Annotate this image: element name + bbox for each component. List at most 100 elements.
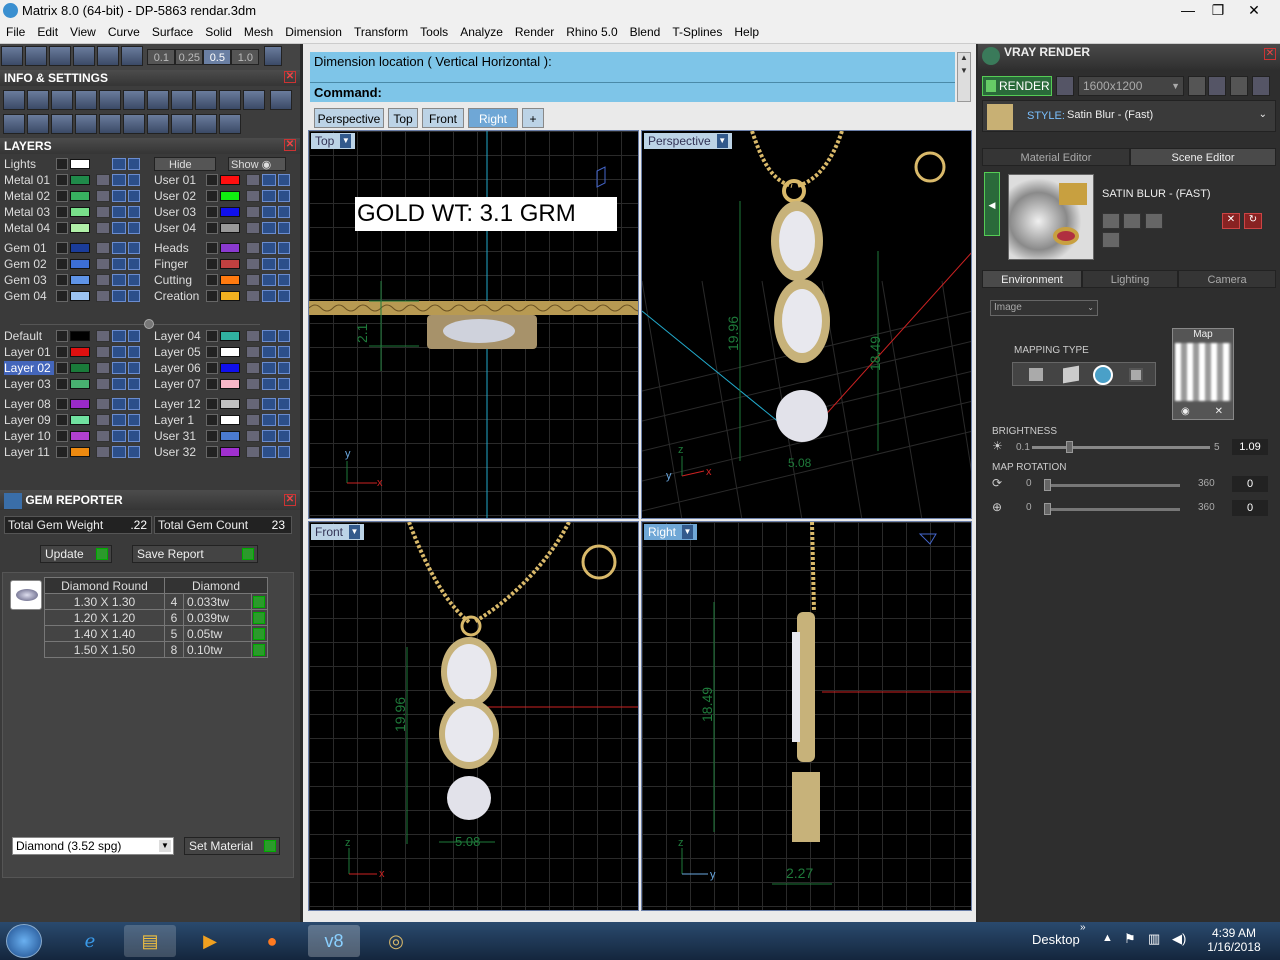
lock-icon[interactable]	[96, 242, 110, 254]
viewport-top[interactable]: 2.1 y x Top ▼ GOLD WT: 3.1 GRM	[308, 130, 639, 519]
planar-mapping-icon[interactable]	[1029, 368, 1043, 381]
visibility-icon[interactable]	[112, 158, 126, 170]
layer-row[interactable]: Layer 12	[154, 396, 294, 412]
collapse-arrow-icon[interactable]: ◀	[984, 172, 1000, 236]
layer-row[interactable]: Layer 02	[4, 360, 144, 376]
layer-row[interactable]: User 01	[154, 172, 294, 188]
clock[interactable]: 4:39 AM 1/16/2018	[1206, 926, 1262, 954]
material-select[interactable]: Diamond (3.52 spg) ▼	[12, 837, 174, 855]
layer-toggle-icon[interactable]	[128, 330, 140, 342]
color-swatch[interactable]	[70, 191, 90, 201]
expand-icon[interactable]	[56, 258, 68, 270]
map-preview[interactable]	[1175, 343, 1231, 401]
expand-icon[interactable]	[56, 274, 68, 286]
menu-help[interactable]: Help	[728, 22, 765, 39]
visibility-icon[interactable]	[262, 446, 276, 458]
tab-camera[interactable]: Camera	[1178, 270, 1276, 288]
layer-row[interactable]: User 02	[154, 188, 294, 204]
expand-icon[interactable]	[206, 174, 218, 186]
tab-perspective[interactable]: Perspective	[314, 108, 384, 128]
snap-grid-icon[interactable]	[73, 46, 95, 66]
layer-toggle-icon[interactable]	[278, 378, 290, 390]
menu-curve[interactable]: Curve	[102, 22, 146, 39]
layer-row[interactable]: Layer 06	[154, 360, 294, 376]
scroll-up-icon[interactable]: ▲	[958, 53, 970, 62]
matrix-app-icon[interactable]: v8	[308, 925, 360, 957]
layer-row[interactable]: User 03	[154, 204, 294, 220]
menu-analyze[interactable]: Analyze	[454, 22, 509, 39]
visibility-icon[interactable]	[112, 174, 126, 186]
visibility-icon[interactable]	[112, 346, 126, 358]
menu-transform[interactable]: Transform	[348, 22, 414, 39]
tab-material-editor[interactable]: Material Editor	[982, 148, 1130, 166]
gem-table-row[interactable]: 1.20 X 1.20 6 0.039tw	[44, 609, 268, 626]
lock-icon[interactable]	[246, 242, 260, 254]
lock-icon[interactable]	[246, 174, 260, 186]
expand-icon[interactable]	[56, 190, 68, 202]
layer-toggle-icon[interactable]	[278, 174, 290, 186]
expand-icon[interactable]	[56, 158, 68, 170]
lock-icon[interactable]	[246, 414, 260, 426]
cylinder-icon[interactable]	[51, 114, 73, 134]
gem-thumbnail-icon[interactable]	[10, 580, 42, 610]
snap-0-25[interactable]: 0.25	[175, 49, 204, 65]
desktop-label[interactable]: Desktop	[1032, 932, 1080, 947]
visibility-icon[interactable]	[112, 430, 126, 442]
layer-toggle-icon[interactable]	[128, 362, 140, 374]
show-button[interactable]: Show ◉	[228, 157, 286, 171]
tool-icon[interactable]	[171, 90, 193, 110]
expand-icon[interactable]	[56, 414, 68, 426]
start-button[interactable]	[6, 924, 42, 958]
layer-row[interactable]: Gem 01	[4, 240, 144, 256]
layer-row[interactable]: Layer 10	[4, 428, 144, 444]
color-swatch[interactable]	[220, 399, 240, 409]
expand-icon[interactable]	[56, 206, 68, 218]
layer-toggle-icon[interactable]	[128, 206, 140, 218]
color-swatch[interactable]	[70, 175, 90, 185]
visibility-icon[interactable]	[262, 398, 276, 410]
expand-icon[interactable]	[56, 362, 68, 374]
lock-icon[interactable]	[96, 430, 110, 442]
visibility-icon[interactable]	[112, 414, 126, 426]
color-swatch[interactable]	[70, 291, 90, 301]
menu-edit[interactable]: Edit	[31, 22, 64, 39]
color-swatch[interactable]	[70, 431, 90, 441]
expand-icon[interactable]	[206, 398, 218, 410]
expand-icon[interactable]	[56, 398, 68, 410]
expand-icon[interactable]	[206, 414, 218, 426]
tab-lighting[interactable]: Lighting	[1082, 270, 1178, 288]
lock-icon[interactable]	[96, 206, 110, 218]
expand-icon[interactable]	[206, 430, 218, 442]
rotation1-slider[interactable]	[1044, 479, 1180, 491]
color-swatch[interactable]	[220, 431, 240, 441]
layer-toggle-icon[interactable]	[278, 446, 290, 458]
layer-row[interactable]: Default	[4, 328, 144, 344]
chevron-down-icon[interactable]: ▼	[349, 525, 361, 539]
frame-buffer-icon[interactable]	[1208, 76, 1226, 96]
layer-toggle-icon[interactable]	[128, 290, 140, 302]
report-icon[interactable]	[123, 114, 145, 134]
color-swatch[interactable]	[220, 243, 240, 253]
menu-tools[interactable]: Tools	[414, 22, 454, 39]
gem-row-action[interactable]	[251, 609, 268, 626]
layer-row[interactable]: Gem 02	[4, 256, 144, 272]
grid-icon[interactable]	[1, 46, 23, 66]
action-center-icon[interactable]: ⚑	[1124, 931, 1136, 947]
tab-environment[interactable]: Environment	[982, 270, 1082, 288]
visibility-icon[interactable]	[262, 378, 276, 390]
snap-0-5[interactable]: 0.5	[203, 49, 232, 65]
tab-top[interactable]: Top	[388, 108, 418, 128]
expand-icon[interactable]	[206, 190, 218, 202]
layer-row[interactable]: User 31	[154, 428, 294, 444]
rotation2-slider[interactable]	[1044, 503, 1180, 515]
document-icon[interactable]	[99, 90, 121, 110]
layer-row[interactable]: Layer 03	[4, 376, 144, 392]
display-icon[interactable]	[3, 114, 25, 134]
expand-icon[interactable]	[56, 446, 68, 458]
maximize-button[interactable]: ❐	[1202, 0, 1234, 20]
cube-icon[interactable]	[75, 90, 97, 110]
gem-icon[interactable]	[147, 90, 169, 110]
export-icon[interactable]	[1102, 232, 1120, 248]
options-icon[interactable]	[1252, 76, 1270, 96]
layer-row[interactable]: Heads	[154, 240, 294, 256]
